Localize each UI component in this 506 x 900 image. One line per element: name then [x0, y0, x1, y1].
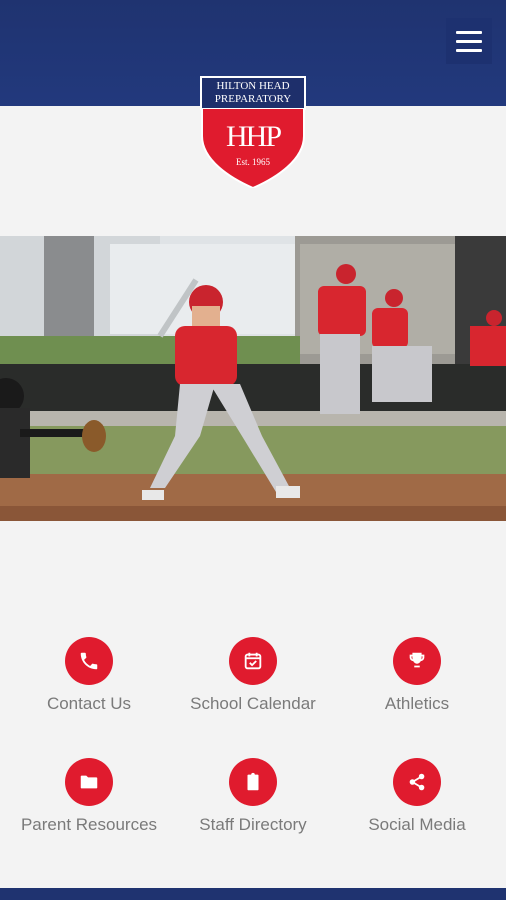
- action-grid: Contact Us School Calendar Athletics Par…: [0, 630, 506, 840]
- school-calendar-label: School Calendar: [190, 694, 316, 713]
- folder-icon: [65, 758, 113, 806]
- bottom-bar: [0, 888, 506, 900]
- logo-monogram: HHP: [225, 120, 282, 153]
- athletics-button[interactable]: Athletics: [333, 637, 501, 714]
- parent-resources-button[interactable]: Parent Resources: [5, 758, 173, 835]
- parent-resources-label: Parent Resources: [20, 815, 158, 834]
- staff-directory-button[interactable]: Staff Directory: [169, 758, 337, 835]
- trophy-icon: [393, 637, 441, 685]
- share-icon: [393, 758, 441, 806]
- contact-us-label: Contact Us: [46, 694, 132, 713]
- logo-banner: HILTON HEAD PREPARATORY: [200, 76, 306, 110]
- logo-est: Est. 1965: [235, 157, 270, 167]
- clipboard-icon: [229, 758, 277, 806]
- school-calendar-button[interactable]: School Calendar: [169, 637, 337, 714]
- hero-photo: [0, 236, 506, 521]
- baseball-photo: [0, 236, 506, 521]
- logo-line2: PREPARATORY: [214, 93, 292, 105]
- contact-us-button[interactable]: Contact Us: [5, 637, 173, 714]
- logo-line1: HILTON HEAD: [216, 80, 290, 92]
- staff-directory-label: Staff Directory: [199, 815, 307, 834]
- social-media-label: Social Media: [368, 815, 466, 834]
- school-logo: HILTON HEAD PREPARATORY HHP Est. 1965: [200, 76, 306, 188]
- phone-icon: [65, 637, 113, 685]
- calendar-icon: [229, 637, 277, 685]
- social-media-button[interactable]: Social Media: [333, 758, 501, 835]
- athletics-label: Athletics: [384, 694, 450, 713]
- hamburger-menu-icon[interactable]: [446, 18, 492, 64]
